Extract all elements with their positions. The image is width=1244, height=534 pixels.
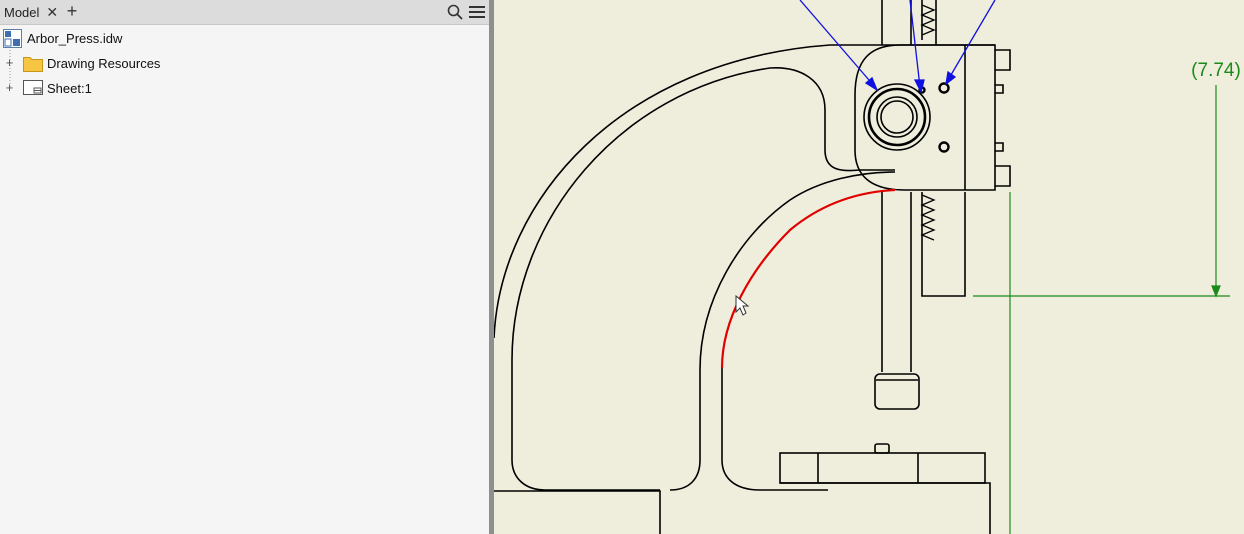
leader-1-arrow xyxy=(864,76,879,92)
leader-1 xyxy=(799,0,876,88)
expand-plus-icon[interactable]: + xyxy=(4,81,15,94)
dimension-annotation xyxy=(973,85,1230,534)
tree-item-label: Sheet:1 xyxy=(47,80,92,96)
dimension-text: (7.74) xyxy=(1191,60,1241,81)
pinion-inner-circle xyxy=(876,96,918,138)
selected-arc xyxy=(720,188,896,369)
search-icon[interactable] xyxy=(446,3,464,21)
press-frame-geometry xyxy=(494,0,1011,534)
expand-plus-icon[interactable]: + xyxy=(4,56,15,69)
rack-teeth-bottom xyxy=(920,194,936,241)
drawing-canvas[interactable]: (7.74) xyxy=(494,0,1244,534)
tab-small-1 xyxy=(995,84,1004,94)
anvil-plate xyxy=(779,452,986,484)
folder-icon xyxy=(23,54,43,75)
frame-inner-left xyxy=(511,360,660,491)
hamburger-menu-icon[interactable] xyxy=(468,3,486,21)
add-tab-icon[interactable]: + xyxy=(63,1,81,21)
tab-top xyxy=(995,49,1011,71)
leader-3-arrow xyxy=(945,70,957,86)
browser-tab-bar: Model ✕ + xyxy=(0,0,489,25)
pinion-hub xyxy=(880,100,914,134)
dimension-arrow xyxy=(1211,285,1221,298)
anvil-pin xyxy=(874,443,890,454)
tree-item-label: Drawing Resources xyxy=(47,55,161,71)
mouse-cursor-icon xyxy=(735,294,750,316)
leader-3 xyxy=(947,0,996,81)
base-outline xyxy=(494,490,661,534)
tab-small-2 xyxy=(995,142,1004,152)
tree-item-label: Arbor_Press.idw xyxy=(27,30,123,46)
tab-bottom xyxy=(995,165,1011,187)
rack-teeth-top xyxy=(920,4,936,36)
frame-throat-inner xyxy=(721,368,828,491)
sheet-icon xyxy=(23,80,43,98)
screw-hole-1 xyxy=(938,82,950,94)
pinion-outer-circle xyxy=(863,83,931,151)
screw-hole-2 xyxy=(938,141,950,153)
close-tab-icon[interactable]: ✕ xyxy=(46,4,58,21)
frame-middle-curve xyxy=(511,67,895,361)
drawing-file-icon xyxy=(3,29,22,51)
model-browser-panel: Model ✕ + Arbor_Press.idw + Drawing Reso… xyxy=(0,0,489,534)
frame-throat-outer xyxy=(669,171,896,491)
